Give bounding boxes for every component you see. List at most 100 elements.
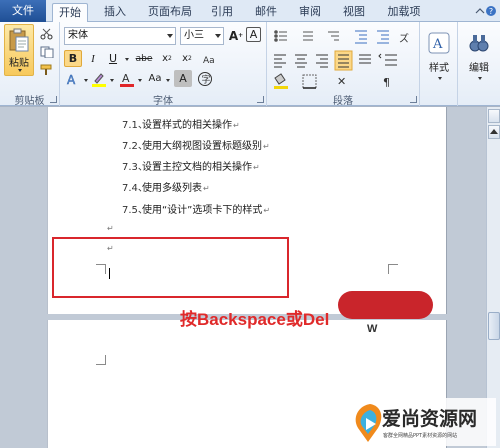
- tab-references[interactable]: 引用: [205, 3, 239, 22]
- editing-group: 编辑: [458, 22, 500, 106]
- editing-label: 编辑: [469, 63, 489, 74]
- text-cursor: [109, 268, 110, 279]
- paste-button[interactable]: 粘贴: [4, 24, 34, 76]
- highlight-dropdown-icon[interactable]: [110, 79, 114, 82]
- list-item-text: 使用大纲视图设置标题级别: [142, 141, 262, 152]
- font-group-label: 字体: [153, 96, 173, 107]
- list-item-number: 7.4、: [122, 183, 148, 194]
- list-item-number: 7.5、: [122, 205, 148, 216]
- watermark-subtitle: 客群全网精品PPT素材资源的网站: [383, 433, 458, 439]
- change-case-icon[interactable]: Aa: [200, 50, 218, 67]
- font-launcher-icon[interactable]: [257, 96, 264, 103]
- case-dropdown-icon[interactable]: [166, 79, 170, 82]
- svg-text:A: A: [67, 73, 76, 86]
- tab-review[interactable]: 审阅: [293, 3, 327, 22]
- red-badge: [338, 291, 433, 319]
- text-effect-icon[interactable]: A: [64, 70, 82, 87]
- enclose-char-icon[interactable]: 字: [196, 70, 214, 87]
- list-item-text: 使用多级列表: [142, 183, 202, 194]
- styles-dropdown-icon: [438, 77, 442, 80]
- list-item-number: 7.1、: [122, 120, 148, 131]
- tab-file[interactable]: 文件: [0, 0, 46, 22]
- svg-text:A: A: [432, 37, 443, 52]
- svg-text:ズ: ズ: [399, 32, 409, 45]
- list-item: 7.3、设置主控文档的相关操作↵: [122, 158, 260, 173]
- italic-button[interactable]: I: [84, 50, 102, 67]
- margin-corner-mark: [388, 264, 398, 274]
- scroll-thumb[interactable]: [488, 312, 500, 340]
- paragraph-mark-icon: ↵: [263, 142, 270, 151]
- highlight-color-icon[interactable]: [90, 70, 108, 87]
- styles-group: A 样式: [420, 22, 458, 106]
- paste-dropdown-icon: [18, 69, 22, 72]
- styles-icon: A: [428, 32, 450, 54]
- tab-view[interactable]: 视图: [337, 3, 371, 22]
- tab-insert[interactable]: 插入: [98, 3, 132, 22]
- list-item: 7.5、使用“设计”选项卡下的样式↵: [122, 201, 270, 216]
- watermark-title: 爱尚资源网: [382, 409, 478, 430]
- paragraph-mark-icon: ↵: [107, 224, 114, 233]
- tab-page-layout[interactable]: 页面布局: [142, 3, 198, 22]
- char-shading-icon[interactable]: A: [174, 70, 192, 87]
- scroll-up-icon[interactable]: [488, 125, 500, 139]
- tab-addins[interactable]: 加载项: [381, 3, 427, 22]
- font-name-select[interactable]: 宋体: [64, 27, 176, 45]
- underline-dropdown-icon[interactable]: [125, 58, 129, 61]
- tab-mailings[interactable]: 邮件: [249, 3, 283, 22]
- ruler-toggle-icon[interactable]: [488, 109, 500, 123]
- shrink-font-icon[interactable]: Aa: [146, 70, 164, 87]
- strikethrough-button[interactable]: abe: [132, 50, 156, 67]
- cut-icon[interactable]: [40, 28, 54, 40]
- font-color-icon[interactable]: A: [118, 70, 136, 87]
- list-item: 7.2、使用大纲视图设置标题级别↵: [122, 137, 270, 152]
- highlight-box: [52, 237, 289, 298]
- paragraph-toolbar-icons: ズ ✕ ¶: [274, 30, 409, 89]
- editing-dropdown-icon: [478, 77, 482, 80]
- paragraph-mark-icon: ↵: [203, 184, 210, 193]
- word-logo-text: W: [367, 323, 378, 335]
- tab-home[interactable]: 开始: [52, 3, 88, 23]
- empty-paragraph-mark: ↵: [106, 223, 114, 234]
- styles-button[interactable]: A 样式: [423, 25, 455, 87]
- font-color-dropdown-icon[interactable]: [138, 79, 142, 82]
- font-name-value: 宋体: [68, 30, 88, 41]
- paste-label: 粘贴: [9, 58, 29, 69]
- svg-text:✕: ✕: [337, 75, 346, 88]
- help-icon[interactable]: ?: [472, 5, 496, 17]
- text-effect-dropdown-icon[interactable]: [84, 79, 88, 82]
- superscript-button[interactable]: x2: [178, 50, 196, 67]
- underline-button[interactable]: U: [104, 50, 122, 67]
- editing-button[interactable]: 编辑: [462, 25, 496, 87]
- clipboard-group: 粘贴 剪贴板: [0, 22, 60, 107]
- svg-text:Aa: Aa: [203, 56, 215, 65]
- ribbon-tab-bar: 文件 开始 插入 页面布局 引用 邮件 审阅 视图 加载项 ?: [0, 0, 500, 23]
- svg-text:¶: ¶: [383, 76, 390, 89]
- clipboard-launcher-icon[interactable]: [50, 96, 57, 103]
- paragraph-launcher-icon[interactable]: [410, 96, 417, 103]
- clear-format-icon[interactable]: A: [246, 27, 261, 42]
- font-group: 宋体 小三 A + A B I U abe x2 x2 Aa A A Aa A …: [60, 22, 267, 107]
- ribbon-home: 粘贴 剪贴板 宋体 小三 A + A B I U abe x2 x 2 Aa A…: [0, 22, 500, 107]
- bold-button[interactable]: B: [64, 50, 82, 67]
- find-binoculars-icon: [469, 35, 489, 52]
- vertical-scrollbar[interactable]: [486, 107, 500, 448]
- paragraph-group: ズ ✕ ¶ 段落: [267, 22, 420, 107]
- styles-label: 样式: [429, 63, 449, 74]
- margin-corner-mark: [96, 355, 106, 365]
- font-size-value: 小三: [184, 30, 204, 41]
- list-item-number: 7.3、: [122, 162, 148, 173]
- list-item-text: 设置样式的相关操作: [142, 120, 232, 131]
- grow-font-icon[interactable]: A +: [227, 27, 245, 44]
- svg-text:字: 字: [202, 73, 211, 85]
- paragraph-mark-icon: ↵: [233, 121, 240, 130]
- list-item: 7.1、设置样式的相关操作↵: [122, 116, 240, 131]
- paragraph-group-label: 段落: [333, 96, 353, 107]
- list-item: 7.4、使用多级列表↵: [122, 179, 210, 194]
- copy-icon[interactable]: [40, 46, 54, 58]
- instruction-caption: 按Backspace或Del: [180, 310, 330, 329]
- font-size-select[interactable]: 小三: [180, 27, 224, 45]
- format-painter-icon[interactable]: [40, 64, 54, 76]
- svg-text:A: A: [122, 72, 130, 85]
- subscript-button[interactable]: x2: [158, 50, 176, 67]
- list-item-text: 设置主控文档的相关操作: [142, 162, 252, 173]
